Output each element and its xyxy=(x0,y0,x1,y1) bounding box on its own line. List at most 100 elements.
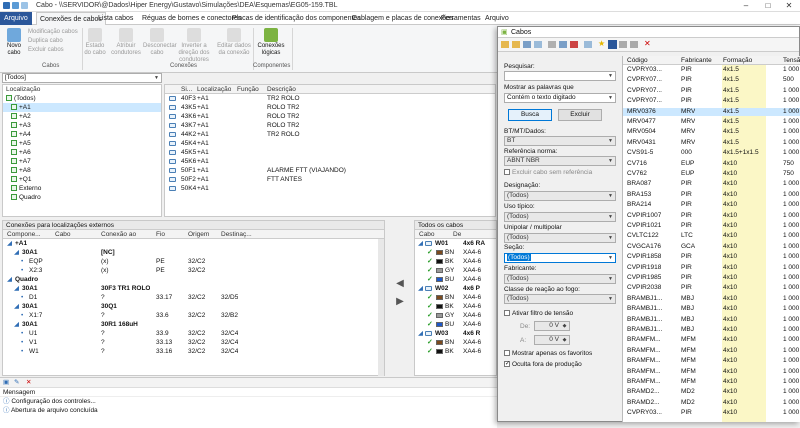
cable-row[interactable]: ✓ GY XA4-6 xyxy=(415,266,496,275)
grid-row[interactable]: CVPIR1007 PIR 4x10 1 000 xyxy=(623,212,800,220)
grid-row[interactable]: CVGCA176 GCA 4x10 1 000 xyxy=(623,243,800,251)
a-input[interactable]: 0 V ◆ xyxy=(534,335,570,345)
tab-harness[interactable]: Cablagem e placas de conexões xyxy=(352,12,454,25)
ext-connection-row[interactable]: • W1? 33.16 32/C2 32/C4 xyxy=(3,347,384,356)
expand-icon[interactable]: ◢ xyxy=(14,320,19,329)
grid-row[interactable]: BRAMBJ1... MBJ 4x10 1 000 xyxy=(623,305,800,313)
delete-icon[interactable]: ✕ xyxy=(644,39,651,48)
grid-row[interactable]: BRA087 PIR 4x10 1 000 xyxy=(623,180,800,188)
grid-row[interactable]: CVPIR1918 PIR 4x10 1 000 xyxy=(623,264,800,272)
location-item[interactable]: Quadro xyxy=(3,193,161,202)
location-item[interactable]: +A1 xyxy=(3,103,161,112)
cable-row[interactable]: ◢ W03 4x6 R xyxy=(415,329,496,338)
component-row[interactable]: 45K4 +A1 xyxy=(165,139,495,148)
properties-icon[interactable] xyxy=(534,41,542,48)
delete-button[interactable]: Excluir xyxy=(558,109,602,121)
grid-row[interactable]: CVPRY07... PIR 4x1.5 1 000 xyxy=(623,97,800,105)
ext-connection-row[interactable]: • U1? 33.9 32/C2 32/C4 xyxy=(3,329,384,338)
grid-row[interactable]: CVPIR1021 PIR 4x10 1 000 xyxy=(623,222,800,230)
location-item[interactable]: +A5 xyxy=(3,139,161,148)
tab-terminal-strips[interactable]: Réguas de bornes e conectores xyxy=(142,12,241,25)
component-row[interactable]: 50K4 +A1 xyxy=(165,184,495,193)
move-left-icon[interactable]: ◀ xyxy=(389,278,411,296)
close-icon[interactable]: ✕ xyxy=(778,0,800,12)
tab-file-2[interactable]: Arquivo xyxy=(485,12,509,25)
folder-icon[interactable] xyxy=(512,41,520,48)
paste-icon[interactable] xyxy=(559,41,567,48)
ext-connection-row[interactable]: ◢ 30A1 30Q1 xyxy=(3,302,384,311)
filter-icon[interactable] xyxy=(608,40,617,49)
cut-icon[interactable] xyxy=(570,41,578,48)
expand-icon[interactable]: ◢ xyxy=(7,239,12,248)
grid-row[interactable]: CVPRY03... PIR 4x10 1 000 xyxy=(623,409,800,417)
maker-select[interactable]: (Todos) ▼ xyxy=(504,274,616,284)
search-input[interactable]: ▼ xyxy=(504,71,616,81)
cursor-icon[interactable] xyxy=(619,41,627,48)
component-row[interactable]: 50F1 +A1 ALARME FTT (VIAJANDO) xyxy=(165,166,495,175)
cable-row[interactable]: ✓ BU XA4-6 xyxy=(415,275,496,284)
component-row[interactable]: 40F3 +A1 TR2 ROLO xyxy=(165,94,495,103)
tools-icon[interactable] xyxy=(630,41,638,48)
expand-icon[interactable]: ◢ xyxy=(418,284,423,293)
grid-row[interactable]: BRAMBJ1... MBJ 4x10 1 000 xyxy=(623,316,800,324)
location-item[interactable]: +A2 xyxy=(3,112,161,121)
save-icon[interactable] xyxy=(523,41,531,48)
expand-icon[interactable]: ◢ xyxy=(14,302,19,311)
save-icon[interactable] xyxy=(12,2,19,9)
grid-row[interactable]: BRAMD2... MD2 4x10 1 000 xyxy=(623,399,800,407)
grid-row[interactable]: CVPRY03... PIR 4x1.5 1 000 xyxy=(623,66,800,74)
grid-row[interactable]: MRV0376 MRV 4x1.5 1 000 xyxy=(623,107,800,116)
cable-row[interactable]: ◢ W01 4x6 RA xyxy=(415,239,496,248)
cable-row[interactable]: ✓ BN XA4-6 xyxy=(415,248,496,257)
de-input[interactable]: 0 V ◆ xyxy=(534,321,570,331)
delete-cables-button[interactable]: Excluir cabos xyxy=(28,46,64,54)
component-row[interactable]: 45K5 +A1 xyxy=(165,148,495,157)
location-item[interactable]: +A7 xyxy=(3,157,161,166)
cable-row[interactable]: ✓ BU XA4-6 xyxy=(415,320,496,329)
location-item[interactable]: +Q1 xyxy=(3,175,161,184)
cable-row[interactable]: ◢ W02 4x6 P xyxy=(415,284,496,293)
usage-select[interactable]: (Todos) ▼ xyxy=(504,212,616,222)
ext-scrollbar[interactable] xyxy=(378,239,384,376)
exclude-no-ref[interactable]: Excluir cabo sem referência xyxy=(504,169,592,176)
ext-connection-row[interactable]: ◢ 30A1 30F3 TR1 ROLO xyxy=(3,284,384,293)
ext-connection-row[interactable]: • X1:7? 33.6 32/C2 32/B2 xyxy=(3,311,384,320)
cable-row[interactable]: ✓ BK XA4-6 xyxy=(415,302,496,311)
ext-connection-row[interactable]: ◢ +A1 xyxy=(3,239,384,248)
grid-row[interactable]: BRAMFM... MFM 4x10 1 000 xyxy=(623,378,800,386)
fire-select[interactable]: (Todos) ▼ xyxy=(504,294,616,304)
grid-row[interactable]: CVPIR1985 PIR 4x10 1 000 xyxy=(623,274,800,282)
section-select[interactable]: (Todos) ▼ xyxy=(504,253,616,263)
grid-row[interactable]: BRAMBJ1... MBJ 4x10 1 000 xyxy=(623,295,800,303)
tab-id-plates[interactable]: Placas de identificação dos componentes xyxy=(232,12,361,25)
component-row[interactable]: 44K2 +A1 TR2 ROLO xyxy=(165,130,495,139)
grid-row[interactable]: CV716 EUP 4x10 750 xyxy=(623,160,800,168)
cable-row[interactable]: ✓ BK XA4-6 xyxy=(415,257,496,266)
expand-icon[interactable]: ◢ xyxy=(418,329,423,338)
tab-cable-list[interactable]: Lista cabos xyxy=(98,12,133,25)
invert-direction-button[interactable]: Inverter a direção dos condutores xyxy=(172,28,216,64)
cable-row[interactable]: ✓ GY XA4-6 xyxy=(415,311,496,320)
grid-row[interactable]: BRA153 PIR 4x10 1 000 xyxy=(623,191,800,199)
location-filter[interactable]: [Todos] ▼ xyxy=(2,73,162,83)
ext-connection-row[interactable]: ◢ 30A1 30R1 168uH xyxy=(3,320,384,329)
location-item[interactable]: Externo xyxy=(3,184,161,193)
ext-connection-row[interactable]: • X2:3 (x) PE 32/C2 xyxy=(3,266,384,275)
grid-row[interactable]: CVPIR1858 PIR 4x10 1 000 xyxy=(623,253,800,261)
bt-select[interactable]: BT ▼ xyxy=(504,136,616,146)
grid-row[interactable]: CVS91-5 000 4x1.5+1x1.5 1 000 xyxy=(623,149,800,157)
edit-messages-icon[interactable]: ✎ xyxy=(14,378,19,387)
component-row[interactable]: 43K5 +A1 ROLO TR2 xyxy=(165,103,495,112)
grid-row[interactable]: BRAMFM... MFM 4x10 1 000 xyxy=(623,336,800,344)
grid-row[interactable]: BRAMD2... MD2 4x10 1 000 xyxy=(623,388,800,396)
duplicate-cable-button[interactable]: Duplica cabo xyxy=(28,37,63,45)
cable-row[interactable]: ✓ BN XA4-6 xyxy=(415,338,496,347)
favorites-toggle[interactable]: Mostrar apenas os favoritos xyxy=(504,350,592,357)
search-button[interactable]: Busca xyxy=(508,109,552,121)
location-item[interactable]: +A4 xyxy=(3,130,161,139)
location-item[interactable]: +A8 xyxy=(3,166,161,175)
component-row[interactable]: 45K6 +A1 xyxy=(165,157,495,166)
expand-icon[interactable]: ◢ xyxy=(7,275,12,284)
grid-row[interactable]: CVPRY07... PIR 4x1.5 1 000 xyxy=(623,87,800,95)
exclude-checkbox[interactable] xyxy=(504,169,510,176)
